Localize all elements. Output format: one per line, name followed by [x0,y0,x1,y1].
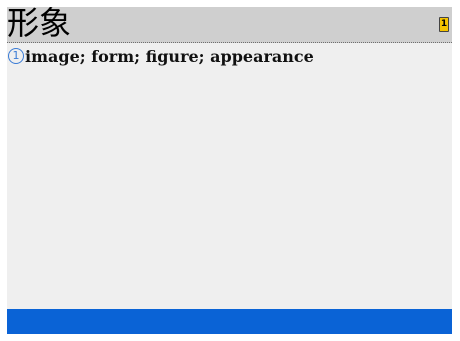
entry-header: 形象 1 [7,7,452,43]
definition-gloss: image; form; figure; appearance [25,46,314,66]
dictionary-screen: 形象 1 1 image; form; figure; appearance [0,0,460,341]
headword: 形象 [7,7,72,42]
entry-panel: 形象 1 1 image; form; figure; appearance [7,7,452,334]
sense-number-icon: 1 [8,48,24,64]
footer-bar [7,309,452,334]
definition-line: 1 image; form; figure; appearance [7,45,452,67]
page-badge-icon[interactable]: 1 [439,17,449,32]
